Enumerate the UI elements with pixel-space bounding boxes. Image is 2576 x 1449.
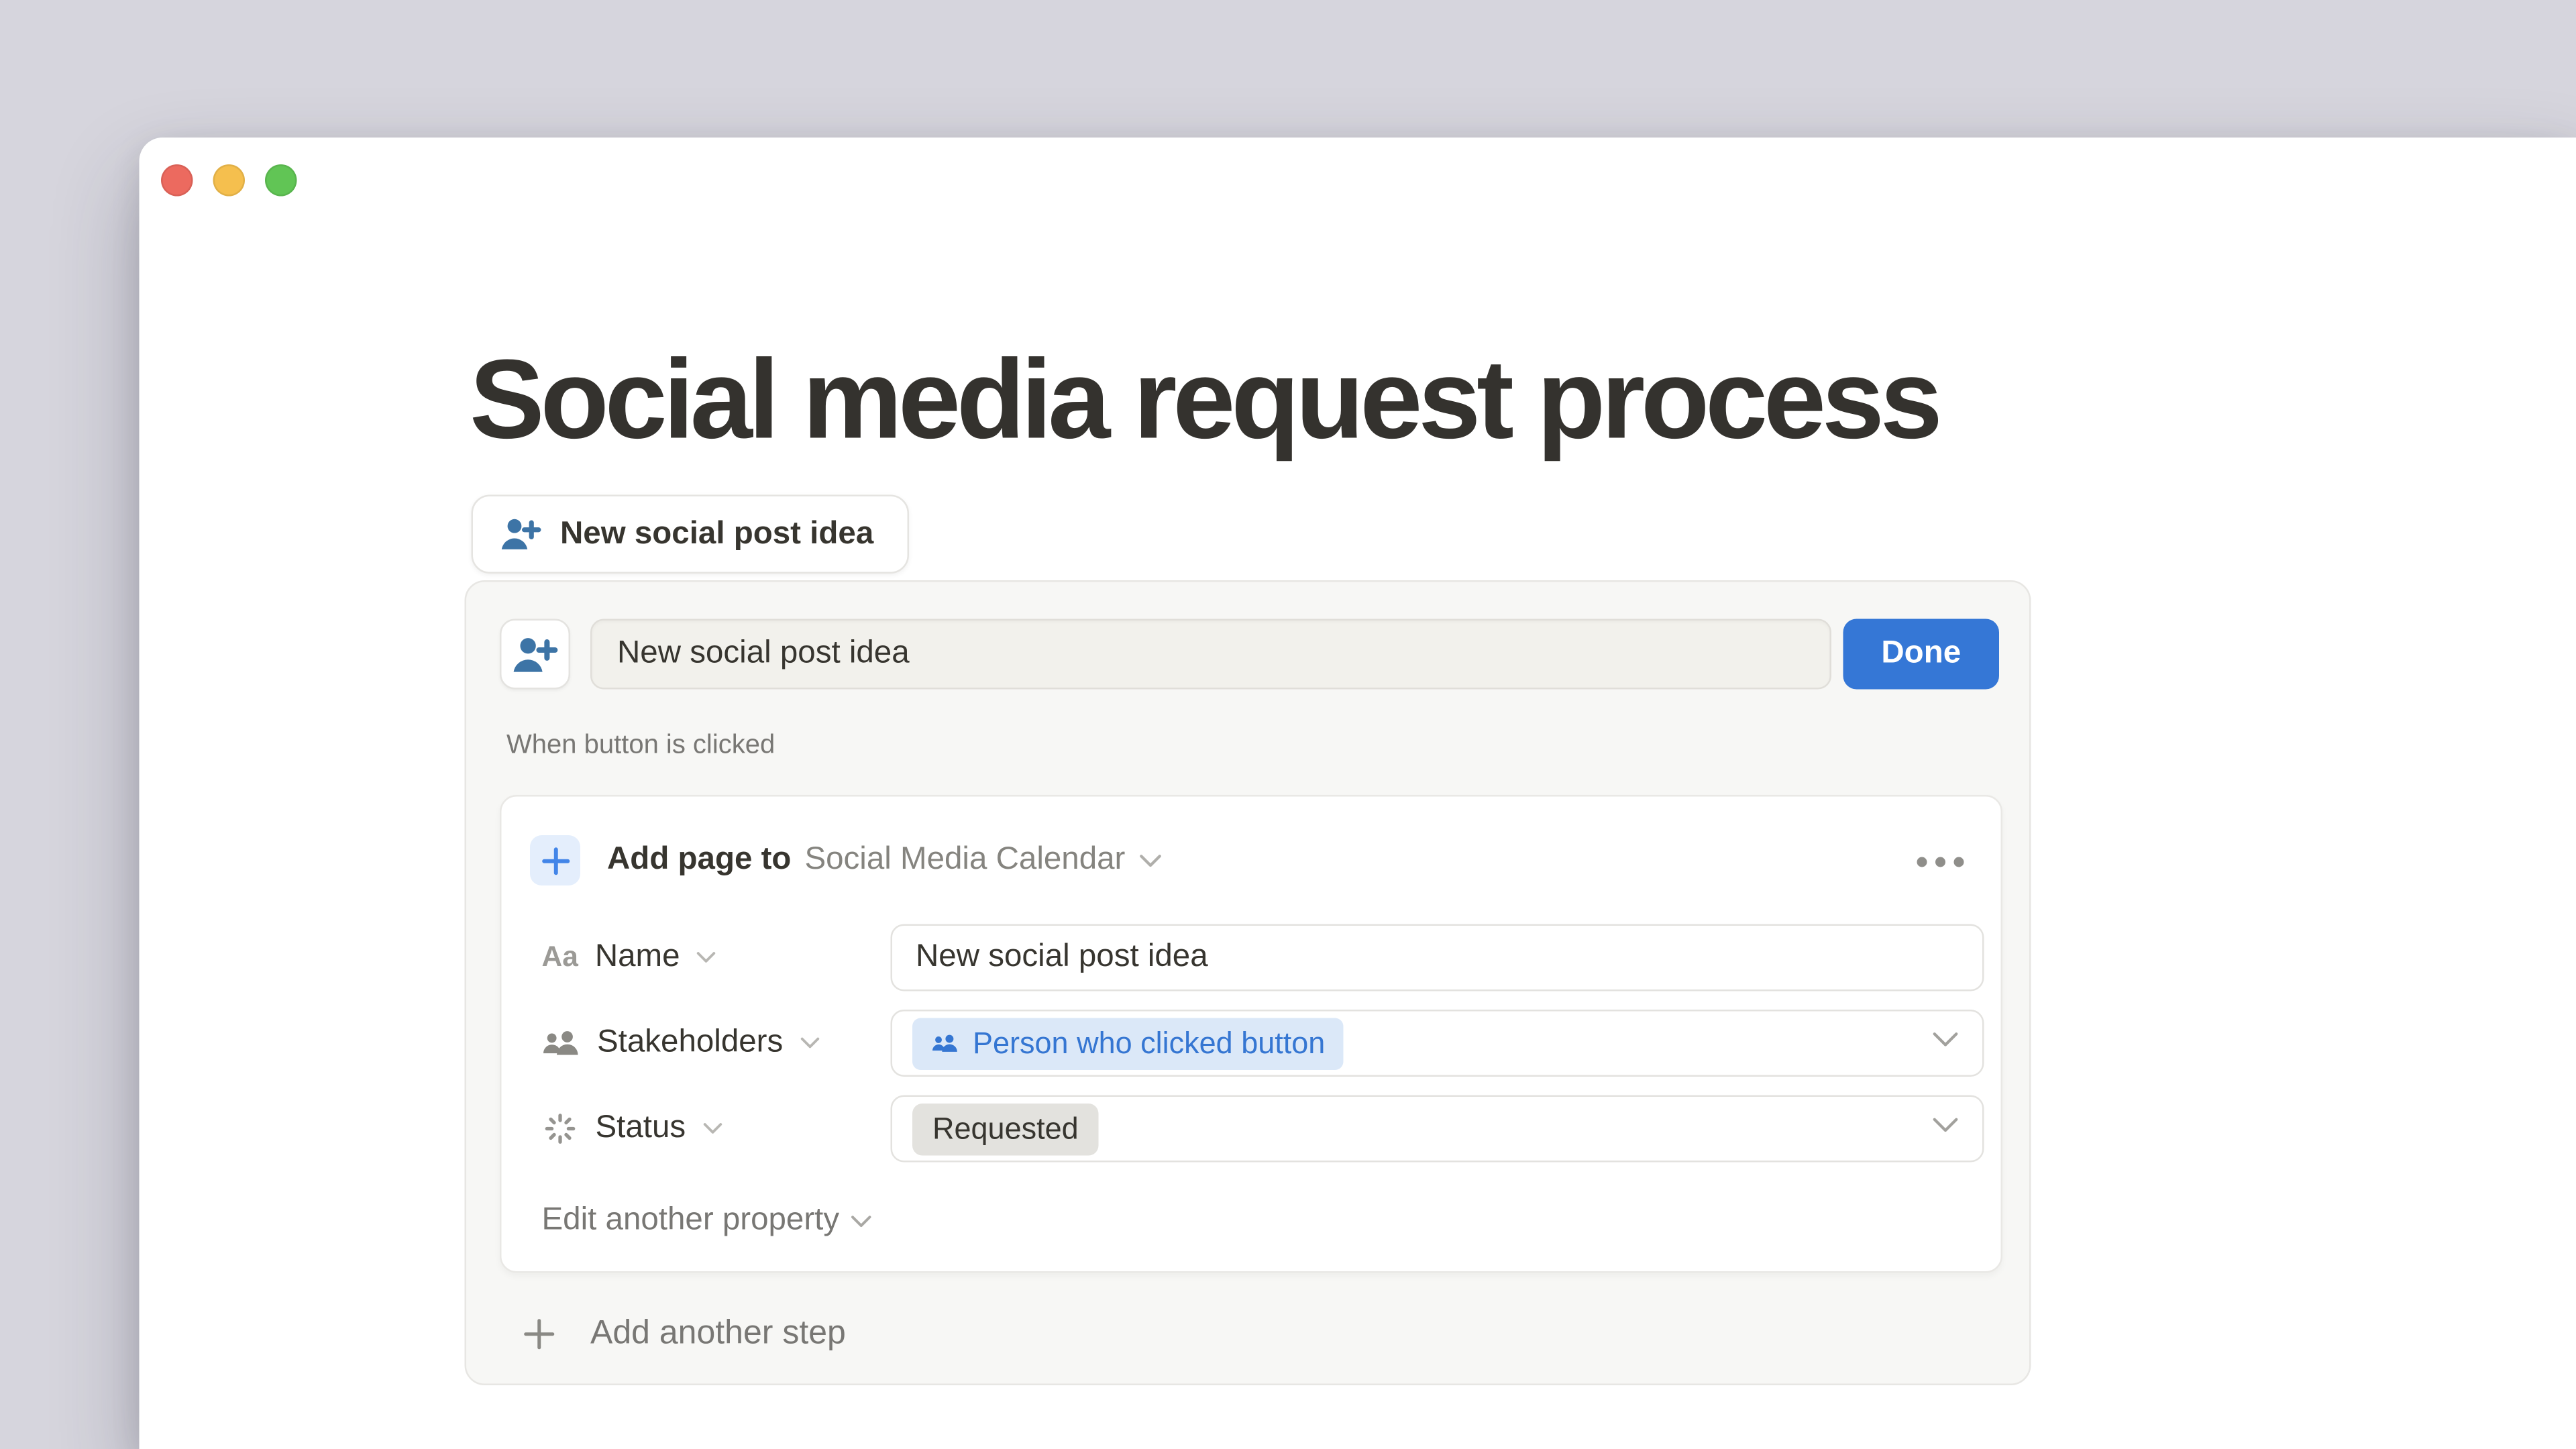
ellipsis-icon [1935,857,1945,867]
done-button[interactable]: Done [1843,619,2000,690]
target-database-select[interactable]: Social Media Calendar [804,842,1162,879]
add-page-icon [530,835,580,885]
add-another-step-label: Add another step [590,1314,846,1353]
minimize-button[interactable] [213,164,246,197]
action-label: Add page to [607,842,791,879]
property-row-name: Aa Name New social post idea [502,924,2001,991]
chevron-down-icon [1932,1117,1959,1134]
button-icon-picker[interactable] [500,619,570,690]
property-select-name[interactable]: Aa Name [542,924,717,991]
zoom-button[interactable] [265,164,297,197]
window-controls [161,164,297,197]
target-database-label: Social Media Calendar [804,842,1125,879]
edit-another-property-label: Edit another property [542,1203,840,1240]
status-chip[interactable]: Requested [912,1103,1099,1155]
button-label: New social post idea [560,516,873,553]
button-name-value: New social post idea [617,636,910,673]
text-icon: Aa [542,941,578,975]
people-icon [931,1030,960,1056]
property-row-stakeholders: Stakeholders [502,1010,2001,1077]
property-label: Name [595,939,680,976]
page-title: Social media request process [470,325,1939,476]
plus-icon [522,1316,557,1351]
name-value-input[interactable]: New social post idea [891,924,1984,991]
chevron-down-icon [1932,1032,1959,1049]
status-icon [542,1110,579,1147]
trigger-label: When button is clicked [506,731,775,761]
action-card-header: Add page to Social Media Calendar [530,835,1162,885]
person-chip-label: Person who clicked button [973,1026,1325,1061]
name-value: New social post idea [892,939,1208,976]
property-label: Stakeholders [597,1025,783,1062]
people-icon [542,1026,581,1061]
property-label: Status [596,1110,686,1147]
ellipsis-icon [1917,857,1927,867]
button-config-panel: New social post idea Done When button is… [465,580,2031,1385]
app-window: Social media request process New social … [140,138,2576,1449]
person-add-icon [512,633,559,676]
property-row-status: Status Requested [502,1095,2001,1163]
chevron-down-icon [702,1122,722,1136]
chevron-down-icon [697,951,717,965]
chevron-down-icon [851,1214,873,1229]
chevron-down-icon [1138,853,1162,868]
ellipsis-icon [1954,857,1964,867]
stakeholders-value-select[interactable]: Person who clicked button [891,1010,1984,1077]
property-select-status[interactable]: Status [542,1095,723,1163]
property-select-stakeholders[interactable]: Stakeholders [542,1010,820,1077]
edit-another-property-button[interactable]: Edit another property [542,1199,873,1243]
more-options-button[interactable] [1911,851,1971,874]
button-name-input[interactable]: New social post idea [590,619,1831,690]
status-value-select[interactable]: Requested [891,1095,1984,1163]
chevron-down-icon [800,1036,820,1050]
desktop-background: Social media request process New social … [0,0,2576,1449]
close-button[interactable] [161,164,193,197]
status-chip-label: Requested [932,1111,1079,1146]
add-another-step-button[interactable]: Add another step [522,1310,846,1357]
new-social-post-idea-button[interactable]: New social post idea [472,495,909,574]
action-card: Add page to Social Media Calendar [500,795,2002,1273]
person-chip[interactable]: Person who clicked button [912,1017,1344,1069]
person-add-icon [500,515,542,554]
